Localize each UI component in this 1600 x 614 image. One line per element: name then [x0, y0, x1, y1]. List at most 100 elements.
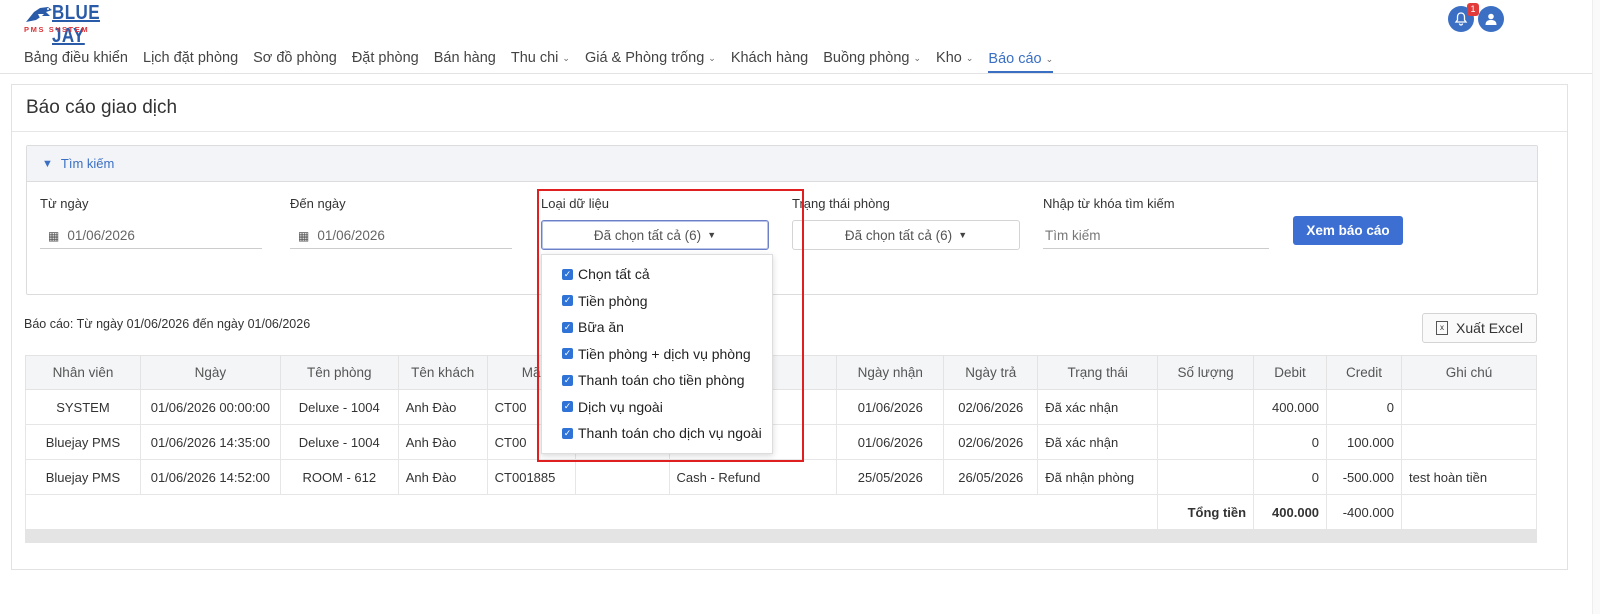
room-status-select[interactable]: Đã chọn tất cả (6) ▼ [792, 220, 1020, 250]
keyword-label: Nhập từ khóa tìm kiếm [1043, 196, 1175, 211]
to-date-label: Đến ngày [290, 196, 346, 211]
dropdown-option[interactable]: ✓ Bữa ăn [542, 314, 772, 341]
table-cell: Bluejay PMS [25, 424, 141, 460]
page-scrollbar[interactable] [1592, 0, 1600, 614]
notification-button[interactable]: 1 [1448, 3, 1479, 32]
table-row[interactable]: Bluejay PMS 01/06/2026 14:52:00 ROOM - 612… [25, 459, 1537, 495]
dropdown-option[interactable]: ✓ Dịch vụ ngoài [542, 394, 772, 421]
dropdown-option[interactable]: ✓ Thanh toán cho dịch vụ ngoài [542, 420, 772, 447]
table-cell: 01/06/2026 [836, 424, 945, 460]
table-cell: test hoàn tiền [1401, 459, 1537, 495]
excel-icon: x [1436, 321, 1449, 335]
total-credit: -400.000 [1326, 494, 1403, 530]
checkbox-checked-icon[interactable]: ✓ [562, 348, 573, 360]
nav-item[interactable]: Đặt phòng [352, 45, 419, 71]
dropdown-option-label: Thanh toán cho dịch vụ ngoài [578, 425, 762, 442]
column-header[interactable]: Credit [1326, 355, 1403, 390]
column-header[interactable]: Ngày trả [943, 355, 1039, 390]
nav-item[interactable]: Khách hàng [731, 45, 808, 71]
column-header[interactable]: Số lượng [1157, 355, 1255, 390]
table-cell: Anh Đào [397, 459, 488, 495]
table-cell: 0 [1253, 459, 1328, 495]
checkbox-checked-icon[interactable]: ✓ [562, 374, 573, 386]
search-panel-header[interactable]: ▼ Tìm kiếm [27, 146, 1537, 182]
chevron-down-icon: ⌄ [562, 52, 570, 63]
dropdown-option-label: Thanh toán cho tiền phòng [578, 372, 745, 389]
checkbox-checked-icon[interactable]: ✓ [562, 268, 573, 280]
chevron-down-icon: ⌄ [708, 52, 716, 63]
page-title: Báo cáo giao dịch [26, 97, 178, 118]
room-status-value: Đã chọn tất cả (6) [844, 227, 953, 243]
brand-tagline: PMS SYSTEM [24, 25, 90, 34]
checkbox-checked-icon[interactable]: ✓ [562, 321, 573, 333]
column-header[interactable]: Debit [1253, 355, 1328, 390]
export-excel-label: Xuất Excel [1456, 320, 1523, 336]
table-cell: 26/05/2026 [943, 459, 1039, 495]
bell-icon [1454, 12, 1468, 26]
table-row[interactable]: Bluejay PMS 01/06/2026 14:35:00 Deluxe - 1… [25, 424, 1537, 460]
to-date-value: 01/06/2026 [317, 228, 385, 243]
table-cell: 0 [1326, 389, 1403, 425]
report-table: Nhân viên Ngày Tên phòng Tên khách Mã Ngày nh… [24, 355, 1537, 530]
nav-item[interactable]: Báo cáo ⌄ [988, 43, 1054, 73]
table-cell: Đã xác nhận [1037, 389, 1159, 425]
table-cell: 0 [1253, 424, 1328, 460]
nav-item[interactable]: Thu chi ⌄ [511, 45, 570, 71]
table-cell [1401, 494, 1537, 530]
nav-item[interactable]: Lịch đặt phòng [143, 45, 238, 71]
table-cell: SYSTEM [25, 389, 141, 425]
table-cell: CT001885 [486, 459, 576, 495]
column-header[interactable]: Ghi chú [1401, 355, 1537, 390]
dropdown-option[interactable]: ✓ Chọn tất cả [542, 261, 772, 288]
checkbox-checked-icon[interactable]: ✓ [562, 295, 573, 307]
title-divider [12, 131, 1567, 132]
nav-item-label: Kho [936, 50, 962, 66]
table-cell: ROOM - 612 [279, 459, 399, 495]
nav-item-label: Đặt phòng [351, 50, 419, 66]
table-row[interactable]: SYSTEM 01/06/2026 00:00:00 Deluxe - 1004 An… [25, 389, 1537, 425]
table-cell: 25/05/2026 [836, 459, 945, 495]
checkbox-checked-icon[interactable]: ✓ [562, 401, 573, 413]
dropdown-option[interactable]: ✓ Thanh toán cho tiền phòng [542, 367, 772, 394]
column-header[interactable]: Trạng thái [1037, 355, 1159, 390]
column-header[interactable]: Ngày [139, 355, 281, 390]
nav-item-label: Sơ đồ phòng [253, 50, 337, 66]
to-date-input[interactable]: ▦ 01/06/2026 [290, 223, 512, 249]
nav-item-label: Lịch đặt phòng [143, 50, 239, 66]
export-excel-button[interactable]: x Xuất Excel [1422, 313, 1537, 343]
calendar-icon: ▦ [298, 228, 310, 243]
nav-item[interactable]: Sơ đồ phòng [253, 45, 337, 71]
column-header[interactable]: Ngày nhận [836, 355, 945, 390]
dropdown-option[interactable]: ✓ Tiền phòng + dịch vụ phòng [542, 341, 772, 368]
table-cell: 400.000 [1253, 389, 1328, 425]
header-divider [0, 73, 1592, 74]
nav-item[interactable]: Bảng điều khiển [24, 45, 128, 71]
table-cell: Bluejay PMS [25, 459, 141, 495]
table-horizontal-scrollbar[interactable] [25, 529, 1537, 543]
nav-item[interactable]: Kho ⌄ [936, 45, 973, 71]
nav-item[interactable]: Buồng phòng ⌄ [823, 45, 921, 71]
user-menu-button[interactable] [1478, 6, 1504, 32]
from-date-input[interactable]: ▦ 01/06/2026 [40, 223, 262, 249]
column-header[interactable]: Tên phòng [279, 355, 399, 390]
chevron-down-icon: ⌄ [913, 52, 922, 63]
keyword-input[interactable]: Tìm kiếm [1043, 223, 1269, 249]
column-header[interactable]: Tên khách [397, 355, 488, 390]
table-cell: 02/06/2026 [943, 389, 1039, 425]
data-type-select[interactable]: Đã chọn tất cả (6) ▼ [541, 220, 769, 250]
nav-item[interactable]: Giá & Phòng trống ⌄ [585, 45, 716, 71]
view-report-button[interactable]: Xem báo cáo [1293, 216, 1403, 245]
column-header[interactable]: Nhân viên [25, 355, 141, 390]
table-cell [1157, 424, 1255, 460]
data-type-label: Loại dữ liệu [541, 196, 609, 211]
search-panel-title: Tìm kiếm [60, 156, 115, 171]
caret-down-icon: ▼ [707, 230, 717, 240]
nav-item-label: Thu chi [510, 50, 559, 66]
checkbox-checked-icon[interactable]: ✓ [562, 427, 573, 439]
logo[interactable]: BLUE JAY PMS SYSTEM [24, 2, 134, 47]
table-cell: Deluxe - 1004 [279, 424, 399, 460]
dropdown-option[interactable]: ✓ Tiền phòng [542, 288, 772, 315]
table-header-row: Nhân viên Ngày Tên phòng Tên khách Mã Ngày nh… [25, 355, 1537, 390]
nav-item[interactable]: Bán hàng [434, 45, 496, 71]
dropdown-option-label: Tiền phòng + dịch vụ phòng [578, 345, 751, 362]
